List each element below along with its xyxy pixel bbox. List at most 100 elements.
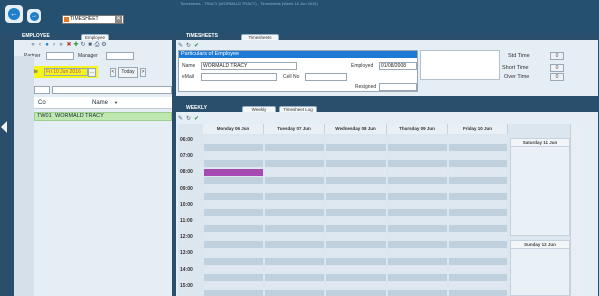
calendar-slot[interactable]: [326, 257, 386, 265]
calendar-slot[interactable]: [449, 241, 507, 249]
calendar-slot[interactable]: [326, 168, 386, 176]
name-filter[interactable]: [52, 86, 172, 94]
settings-icon[interactable]: ⚙: [101, 42, 107, 48]
calendar-slot[interactable]: [265, 233, 324, 241]
calendar-slot[interactable]: [388, 200, 447, 208]
partner-field[interactable]: [46, 52, 74, 60]
calendar-slot[interactable]: [388, 241, 447, 249]
calendar-event[interactable]: [204, 168, 263, 176]
calendar-slot[interactable]: [388, 136, 447, 144]
calendar-slot[interactable]: [326, 265, 386, 273]
sunday-column[interactable]: Sunday 12 Jun: [510, 240, 570, 296]
calendar-slot[interactable]: [326, 192, 386, 200]
today-button[interactable]: Today: [118, 67, 138, 78]
next-week-button[interactable]: >: [140, 68, 146, 77]
email-field[interactable]: [201, 73, 277, 81]
calendar-slot[interactable]: [449, 160, 507, 168]
calendar-slot[interactable]: [449, 136, 507, 144]
calendar-slot[interactable]: [326, 136, 386, 144]
calendar-slot[interactable]: [326, 281, 386, 289]
calendar-slot[interactable]: [204, 249, 263, 257]
calendar-slot[interactable]: [326, 144, 386, 152]
calendar-slot[interactable]: [265, 168, 324, 176]
close-icon[interactable]: ✕: [115, 16, 122, 23]
calendar-slot[interactable]: [388, 176, 447, 184]
calendar-slot[interactable]: [449, 168, 507, 176]
refresh-timesheet-icon[interactable]: ↻: [186, 42, 191, 49]
calendar-slot[interactable]: [449, 273, 507, 281]
calendar-slot[interactable]: [204, 217, 263, 225]
calendar-slot[interactable]: [388, 168, 447, 176]
print-icon[interactable]: ⎙: [94, 42, 100, 48]
calendar-slot[interactable]: [265, 281, 324, 289]
forward-button[interactable]: →: [27, 9, 41, 23]
calendar-slot[interactable]: [265, 176, 324, 184]
calendar-slot[interactable]: [326, 289, 386, 296]
calendar-slot[interactable]: [204, 200, 263, 208]
save-icon[interactable]: ■: [87, 42, 93, 48]
code-filter[interactable]: [34, 86, 50, 94]
calendar-slot[interactable]: [265, 241, 324, 249]
calendar-slot[interactable]: [388, 265, 447, 273]
calendar-slot[interactable]: [388, 289, 447, 296]
calendar-slot[interactable]: [265, 265, 324, 273]
calendar-slot[interactable]: [449, 152, 507, 160]
calendar-slot[interactable]: [388, 281, 447, 289]
calendar-slot[interactable]: [388, 160, 447, 168]
calendar-slot[interactable]: [388, 152, 447, 160]
calendar-slot[interactable]: [265, 217, 324, 225]
calendar-slot[interactable]: [388, 144, 447, 152]
back-button[interactable]: ←: [5, 5, 23, 23]
calendar-slot[interactable]: [204, 233, 263, 241]
last-icon[interactable]: »: [58, 42, 64, 48]
collapse-panel-icon[interactable]: [1, 121, 7, 133]
calendar-slot[interactable]: [326, 225, 386, 233]
calendar-slot[interactable]: [204, 144, 263, 152]
calendar-slot[interactable]: [204, 184, 263, 192]
calendar-slot[interactable]: [265, 160, 324, 168]
calendar-slot[interactable]: [449, 176, 507, 184]
calendar-slot[interactable]: [449, 289, 507, 296]
resigned-field[interactable]: [379, 83, 417, 91]
calendar-slot[interactable]: [204, 208, 263, 217]
calendar-slot[interactable]: [449, 265, 507, 273]
calendar-slot[interactable]: [326, 176, 386, 184]
prev-icon[interactable]: ‹: [37, 42, 43, 48]
calendar-slot[interactable]: [204, 152, 263, 160]
calendar-slot[interactable]: [449, 200, 507, 208]
calendar-slot[interactable]: [204, 176, 263, 184]
calendar-scrollbar[interactable]: [570, 124, 580, 296]
cell-field[interactable]: [305, 73, 347, 81]
calendar-slot[interactable]: [265, 289, 324, 296]
edit-week-icon[interactable]: ✎: [178, 115, 183, 122]
calendar-slot[interactable]: [388, 257, 447, 265]
calendar-slot[interactable]: [388, 273, 447, 281]
calendar-slot[interactable]: [449, 281, 507, 289]
calendar-slot[interactable]: [265, 192, 324, 200]
refresh-icon[interactable]: ↻: [80, 42, 86, 48]
calendar-slot[interactable]: [265, 208, 324, 217]
calendar-slot[interactable]: [326, 160, 386, 168]
calendar-slot[interactable]: [265, 152, 324, 160]
title-field[interactable]: TIMESHEET ✕: [62, 15, 124, 24]
calendar-slot[interactable]: [326, 152, 386, 160]
calendar-slot[interactable]: [204, 160, 263, 168]
add-icon[interactable]: ✚: [73, 42, 79, 48]
employed-field[interactable]: 01/08/2008: [379, 62, 417, 70]
calendar-slot[interactable]: [449, 184, 507, 192]
delete-icon[interactable]: ✖: [66, 42, 72, 48]
calendar-slot[interactable]: [449, 249, 507, 257]
calendar-slot[interactable]: [326, 241, 386, 249]
calendar-slot[interactable]: [388, 208, 447, 217]
calendar-slot[interactable]: [326, 184, 386, 192]
saturday-column[interactable]: Saturday 11 Jun: [510, 138, 570, 236]
calendar-slot[interactable]: [326, 217, 386, 225]
calendar-slot[interactable]: [388, 184, 447, 192]
calendar-slot[interactable]: [449, 208, 507, 217]
calendar-slot[interactable]: [449, 225, 507, 233]
calendar-slot[interactable]: [265, 225, 324, 233]
table-row[interactable]: TW01 WORMALD TRACY: [34, 112, 172, 121]
calendar-slot[interactable]: [449, 192, 507, 200]
calendar-slot[interactable]: [265, 144, 324, 152]
notes-area[interactable]: [420, 50, 500, 80]
